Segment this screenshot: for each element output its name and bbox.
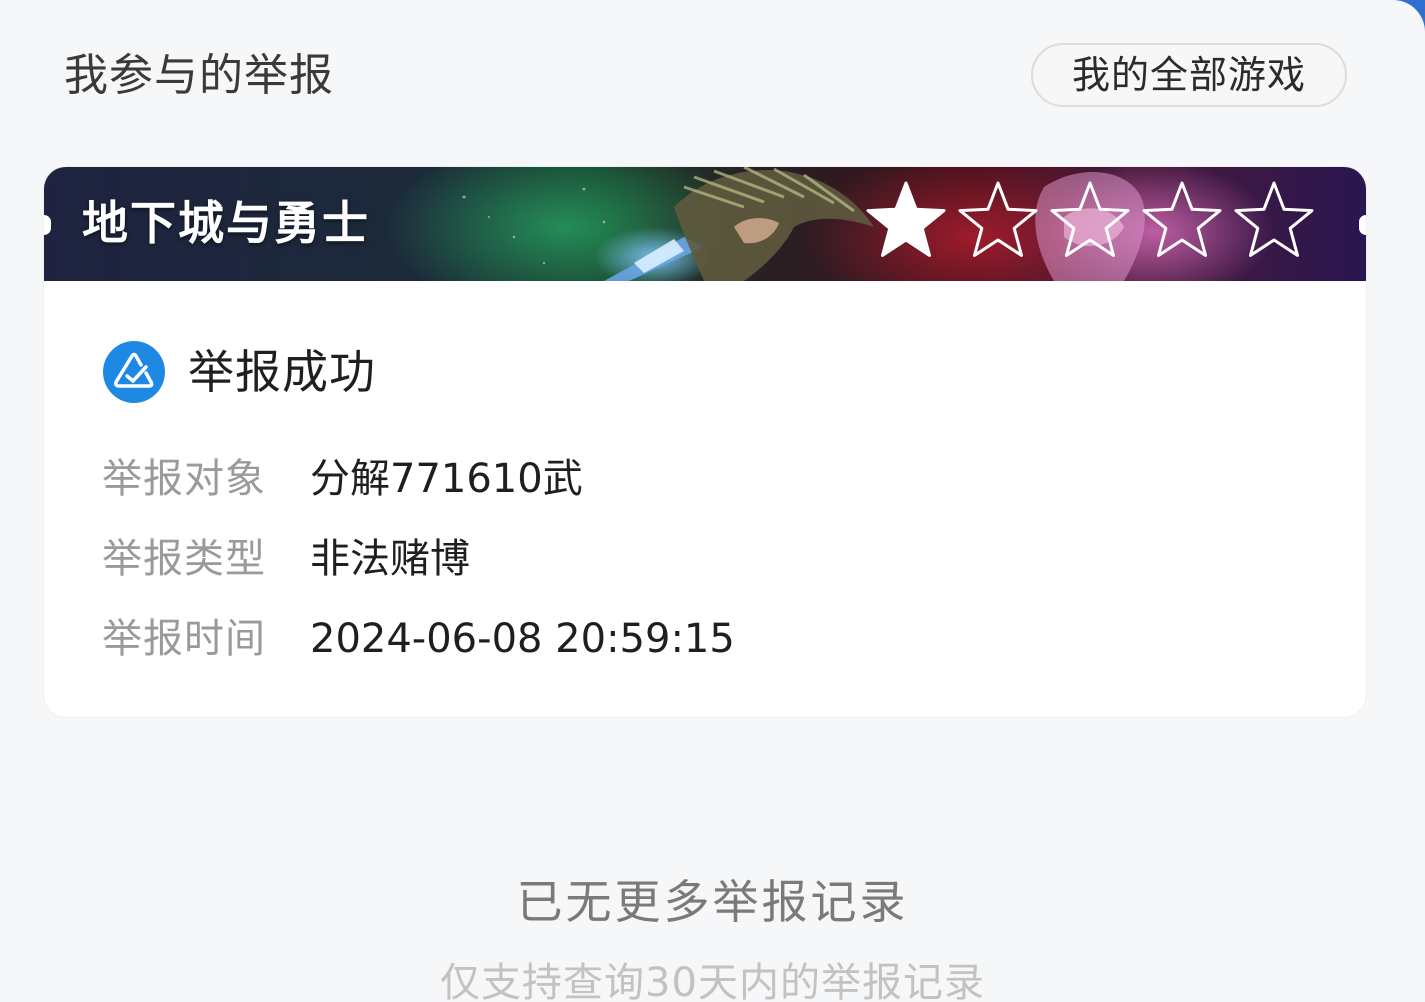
query-limit-note: 仅支持查询30天内的举报记录 bbox=[440, 960, 985, 1002]
report-shield-icon bbox=[103, 341, 165, 403]
no-more-records-text: 已无更多举报记录 bbox=[516, 875, 909, 929]
game-name: 地下城与勇士 bbox=[82, 196, 370, 250]
ticket-notch-right bbox=[1359, 215, 1366, 235]
star-empty-icon bbox=[1050, 181, 1130, 257]
report-time-value: 2024-06-08 20:59:15 bbox=[310, 616, 735, 662]
report-card[interactable]: 地下城与勇士 举报成功 举报对象 分解771610武 举报类型 非法赌博 举报时… bbox=[44, 167, 1366, 717]
star-empty-icon bbox=[1234, 181, 1314, 257]
report-time-label: 举报时间 bbox=[102, 616, 266, 662]
star-empty-icon bbox=[1142, 181, 1222, 257]
game-banner: 地下城与勇士 bbox=[44, 167, 1366, 281]
report-target-row: 举报对象 分解771610武 bbox=[102, 451, 583, 507]
status-text: 举报成功 bbox=[188, 345, 376, 399]
report-time-row: 举报时间 2024-06-08 20:59:15 bbox=[102, 611, 735, 667]
rating-stars bbox=[862, 177, 1318, 267]
star-empty-icon bbox=[958, 181, 1038, 257]
all-games-button[interactable]: 我的全部游戏 bbox=[1031, 43, 1347, 107]
report-target-label: 举报对象 bbox=[102, 456, 266, 502]
report-status: 举报成功 bbox=[102, 337, 376, 407]
report-target-value: 分解771610武 bbox=[310, 456, 583, 502]
report-type-label: 举报类型 bbox=[102, 536, 266, 582]
page-title: 我参与的举报 bbox=[64, 50, 334, 101]
report-type-row: 举报类型 非法赌博 bbox=[102, 531, 470, 587]
report-list-screen: 我参与的举报 我的全部游戏 地下城与勇士 举报成功 举报对象 分解771610武… bbox=[0, 0, 1425, 1002]
report-type-value: 非法赌博 bbox=[310, 536, 470, 582]
star-filled-icon bbox=[866, 181, 946, 257]
